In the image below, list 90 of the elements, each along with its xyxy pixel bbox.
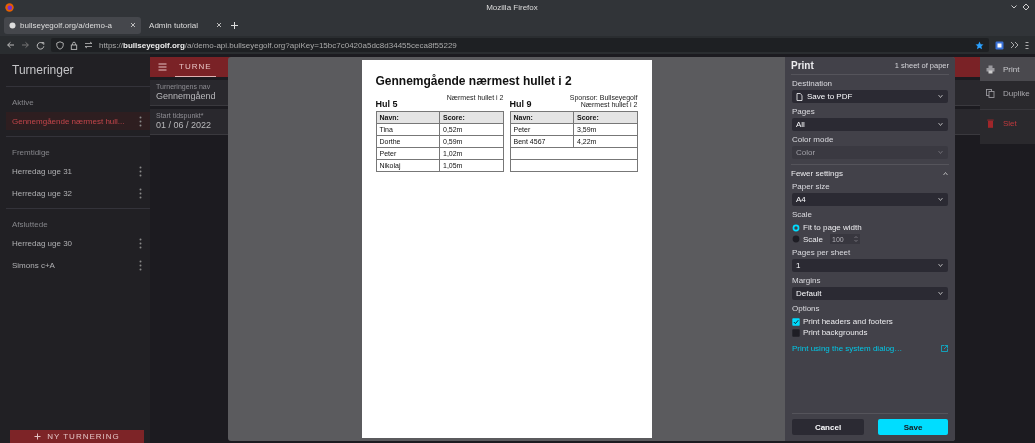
window-title: Mozilla Firefox: [485, 2, 539, 12]
reload-icon[interactable]: [36, 40, 45, 50]
select-field[interactable]: Save to PDF: [792, 90, 948, 103]
plus-icon: [34, 433, 42, 440]
extension-icon[interactable]: [995, 40, 1004, 50]
setting-label: Paper size: [792, 182, 830, 191]
select-field[interactable]: All: [792, 118, 948, 131]
tournament-item[interactable]: Simons c+A: [6, 256, 150, 274]
settings-toggle[interactable]: Fewer settings: [791, 164, 949, 178]
radio-button[interactable]: [792, 235, 800, 243]
chevron-down-icon: [937, 197, 944, 202]
field-value: Gennemgåend: [156, 91, 216, 101]
back-icon[interactable]: [6, 41, 15, 49]
option-label: Print headers and footers: [803, 317, 893, 326]
sidebar-title: Turneringer: [11, 62, 74, 79]
setting-label: Pages: [792, 107, 815, 116]
system-dialog-link[interactable]: Print using the system dialog…: [792, 344, 903, 353]
url-text[interactable]: https://bullseyegolf.org/a/demo-api.bullseyegolf.org?apiKey=15bc7c0420a5dc8d34455ceca8f55229: [99, 40, 457, 50]
hole-name: Hul 5: [375, 99, 398, 109]
kebab-icon[interactable]: [139, 187, 142, 199]
kebab-icon[interactable]: [139, 115, 142, 127]
menu-label: Duplike: [1003, 88, 1030, 98]
diamond-icon[interactable]: [1022, 3, 1030, 11]
printer-icon: [986, 64, 995, 74]
forward-icon[interactable]: [21, 41, 30, 49]
hole-name: Hul 9: [509, 99, 532, 109]
tournament-item[interactable]: Herredag uge 32: [6, 184, 150, 202]
close-icon[interactable]: [216, 22, 222, 28]
kebab-icon[interactable]: [139, 237, 142, 249]
setting-label: Options: [792, 304, 820, 313]
checkbox[interactable]: [792, 328, 800, 337]
app-tab[interactable]: TURNE: [175, 57, 216, 77]
setting-label: Margins: [792, 276, 821, 285]
tournament-item[interactable]: Herredag uge 31: [6, 162, 150, 180]
document-icon: [796, 92, 803, 101]
globe-icon: [9, 21, 16, 29]
close-icon[interactable]: [130, 22, 137, 28]
setting-label: Color mode: [792, 135, 834, 144]
chevron-down-icon: [937, 122, 944, 127]
menu-label: Print: [1003, 64, 1020, 74]
permissions-icon[interactable]: [84, 41, 93, 49]
setting-label: Pages per sheet: [792, 248, 851, 257]
save-button[interactable]: Save: [878, 419, 948, 435]
tournament-name: Herredag uge 32: [12, 188, 73, 198]
tournament-name: Gennemgående nærmest hull...: [12, 116, 125, 126]
setting-label: Scale: [792, 210, 812, 219]
hamburger-icon[interactable]: [158, 63, 167, 71]
setting-label: Destination: [792, 79, 833, 88]
shield-icon[interactable]: [56, 40, 64, 50]
option-label: Scale: [803, 234, 823, 244]
radio-button[interactable]: [792, 223, 800, 232]
browser-tab[interactable]: bullseyegolf.org/a/demo-a: [4, 16, 142, 34]
chevron-down-icon: [937, 263, 944, 268]
chevrons-icon[interactable]: [1010, 41, 1019, 49]
field-value: 01 / 06 / 2022: [156, 120, 212, 130]
star-icon[interactable]: [975, 40, 984, 50]
kebab-icon[interactable]: [139, 165, 142, 177]
print-title: Print: [791, 60, 814, 71]
chevron-down-icon[interactable]: [1010, 4, 1018, 10]
option-label: Print backgrounds: [803, 328, 868, 337]
select-field[interactable]: Default: [792, 287, 948, 300]
checkbox[interactable]: [792, 317, 800, 326]
select-field[interactable]: A4: [792, 193, 948, 206]
trash-icon: [986, 118, 995, 128]
tournament-name: Herredag uge 31: [12, 166, 73, 176]
new-tournament-button[interactable]: NY TURNERING: [10, 430, 144, 443]
menu-item[interactable]: Duplike: [980, 81, 1035, 105]
tournament-name: Simons c+A: [12, 260, 55, 270]
document-title: Gennemgående nærmest hullet i 2: [375, 74, 573, 88]
chevron-down-icon: [937, 94, 944, 99]
section-heading: Fremtidige: [11, 147, 51, 159]
browser-tab[interactable]: Admin tutorial: [144, 16, 227, 34]
browser-logo-icon[interactable]: [5, 2, 14, 12]
menu-label: Slet: [1003, 118, 1017, 128]
tournament-item[interactable]: Herredag uge 30: [6, 234, 150, 252]
external-link-icon[interactable]: [941, 345, 948, 352]
tournament-name: Herredag uge 30: [12, 238, 73, 248]
menu-item[interactable]: Print: [980, 57, 1035, 81]
select-field[interactable]: 1: [792, 259, 948, 272]
lock-icon[interactable]: [70, 40, 78, 50]
chevron-down-icon: [937, 150, 944, 155]
option-label: Fit to page width: [803, 223, 862, 232]
copy-icon: [986, 88, 995, 98]
chevron-down-icon: [937, 291, 944, 296]
section-heading: Afsluttede: [11, 219, 49, 231]
new-tab-icon[interactable]: [230, 20, 239, 30]
cancel-button[interactable]: Cancel: [792, 419, 864, 435]
section-heading: Aktive: [11, 97, 35, 109]
address-bar[interactable]: https://bullseyegolf.org/a/demo-api.bullseyegolf.org?apiKey=15bc7c0420a5dc8d34455ceca8f55229: [51, 38, 989, 52]
kebab-icon[interactable]: [139, 259, 142, 271]
